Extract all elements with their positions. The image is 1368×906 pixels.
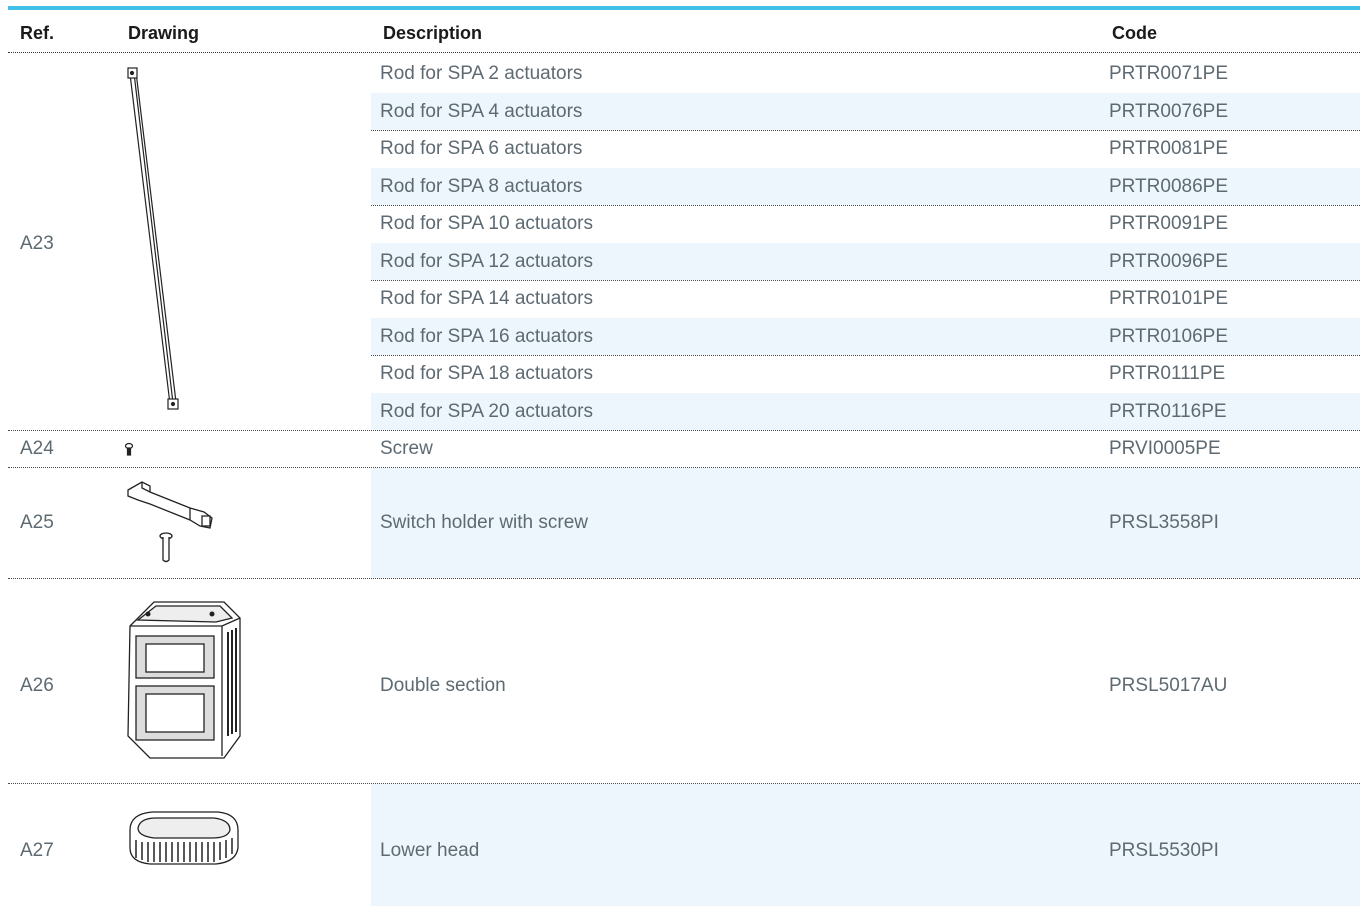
code-a23: PRTR0106PE	[1109, 325, 1228, 347]
description-a23: Rod for SPA 4 actuators	[380, 100, 583, 122]
description-a23: Rod for SPA 6 actuators	[380, 138, 583, 160]
description-a23: Rod for SPA 8 actuators	[380, 175, 583, 197]
screw-drawing-icon	[124, 442, 134, 456]
row-divider	[371, 130, 1360, 132]
ref-a25: A25	[20, 512, 54, 533]
description-a23: Rod for SPA 18 actuators	[380, 363, 593, 385]
row-divider	[371, 205, 1360, 207]
description-a23: Rod for SPA 14 actuators	[380, 288, 593, 310]
lower-head-drawing-icon	[129, 811, 239, 865]
code-a23: PRTR0086PE	[1109, 175, 1228, 197]
code-a25: PRSL3558PI	[1109, 512, 1219, 533]
code-a24: PRVI0005PE	[1109, 438, 1221, 459]
code-a23: PRTR0081PE	[1109, 138, 1228, 160]
ref-a23: A23	[20, 233, 54, 254]
description-a23: Rod for SPA 2 actuators	[380, 63, 583, 84]
code-a23: PRTR0111PE	[1109, 363, 1226, 385]
double-section-drawing-icon	[127, 601, 241, 759]
row-divider	[371, 355, 1360, 357]
row-divider	[8, 430, 1360, 431]
row-divider	[8, 578, 1360, 579]
code-a23: PRTR0076PE	[1109, 100, 1228, 122]
code-a23: PRTR0071PE	[1109, 63, 1228, 84]
header-code: Code	[1112, 23, 1157, 43]
row-divider	[371, 280, 1360, 282]
description-a23: Rod for SPA 10 actuators	[380, 213, 593, 235]
code-a23: PRTR0091PE	[1109, 213, 1228, 235]
description-a23: Rod for SPA 20 actuators	[380, 400, 593, 422]
header-ref: Ref.	[20, 23, 55, 43]
code-a23: PRTR0116PE	[1109, 400, 1227, 422]
code-a23: PRTR0101PE	[1109, 288, 1228, 310]
description-a25: Switch holder with screw	[380, 512, 589, 533]
header-description: Description	[383, 23, 483, 43]
description-a27: Lower head	[380, 840, 480, 861]
description-a23: Rod for SPA 12 actuators	[380, 250, 593, 272]
switch-holder-drawing-icon	[127, 481, 213, 563]
description-a26: Double section	[380, 675, 506, 696]
header-drawing: Drawing	[128, 23, 200, 43]
code-a23: PRTR0096PE	[1109, 250, 1228, 272]
description-a24: Screw	[380, 438, 433, 459]
header-divider	[8, 52, 1360, 53]
rod-drawing-icon	[127, 67, 179, 410]
code-a27: PRSL5530PI	[1109, 840, 1219, 861]
table-top-accent-line	[8, 6, 1360, 10]
code-a26: PRSL5017AU	[1109, 675, 1228, 696]
ref-a24: A24	[20, 438, 54, 459]
ref-a26: A26	[20, 675, 54, 696]
ref-a27: A27	[20, 840, 54, 861]
description-a23: Rod for SPA 16 actuators	[380, 325, 593, 347]
